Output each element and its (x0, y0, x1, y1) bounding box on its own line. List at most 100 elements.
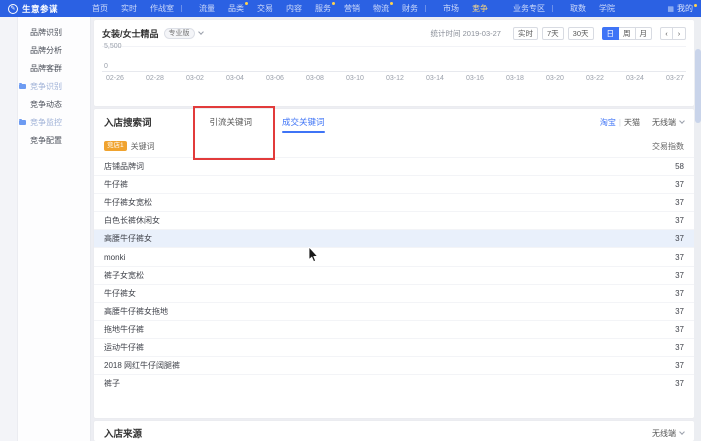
nav-item[interactable]: 品类 (228, 0, 244, 17)
nav-item[interactable]: 业务专区 (513, 0, 557, 17)
value-cell: 37 (675, 343, 684, 352)
sidebar: 品牌识别 品牌分析 品牌客群 竞争识别 竞争动态 竞争监控 竞争配置 (18, 17, 91, 441)
table-row[interactable]: 高腰牛仔裤女拖地 37 (94, 302, 694, 320)
nav-user-menu[interactable]: ▦ 我的 (667, 3, 693, 14)
keyword-cell: 店铺品牌词 (104, 161, 144, 172)
value-cell: 37 (675, 379, 684, 388)
sidebar-item[interactable]: 品牌分析 (18, 42, 90, 60)
x-axis-tick-label: 03-08 (306, 75, 324, 82)
value-cell: 37 (675, 234, 684, 243)
store-search-words-card: 入店搜索词 引流关键词成交关键词 淘宝 | 天猫 无线端 竞店1 关键词 交易指… (94, 109, 694, 418)
nav-item[interactable]: 财务 (402, 0, 430, 17)
platform-tmall-link[interactable]: 天猫 (624, 117, 640, 128)
date-pager: ‹ › (660, 27, 686, 40)
table-row[interactable]: 2018 网红牛仔阔腿裤 37 (94, 356, 694, 374)
nav-item[interactable]: 物流 (373, 0, 389, 17)
category-title: 女装/女士精品 (102, 27, 159, 40)
next-date-button[interactable]: › (673, 27, 686, 40)
nav-user-label: 我的 (677, 3, 693, 14)
terminal-dropdown[interactable]: 无线端 (652, 117, 684, 128)
keyword-cell: 牛仔裤 (104, 179, 128, 190)
value-cell: 37 (675, 307, 684, 316)
keyword-cell: 2018 网红牛仔阔腿裤 (104, 360, 180, 371)
keyword-cell: 运动牛仔裤 (104, 342, 144, 353)
time-range-button[interactable]: 实时 (513, 27, 538, 40)
nav-item[interactable]: 学院 (599, 0, 615, 17)
table-row[interactable]: monki 37 (94, 247, 694, 265)
keyword-cell: 高腰牛仔裤女 (104, 233, 152, 244)
sources-chevron-down-icon (679, 429, 685, 435)
competitor-store-badge: 竞店1 (104, 141, 127, 151)
table-row[interactable]: 裤子女宽松 37 (94, 266, 694, 284)
nav-item[interactable]: 服务 (315, 0, 331, 17)
sidebar-item-label: 品牌客群 (30, 64, 62, 73)
sidebar-item-label: 竞争识别 (30, 82, 62, 91)
value-cell: 37 (675, 289, 684, 298)
x-axis-tick-label: 03-18 (506, 75, 524, 82)
table-row[interactable]: 拖地牛仔裤 37 (94, 320, 694, 338)
sources-terminal-dropdown[interactable]: 无线端 (652, 428, 684, 439)
y-axis-min-label: 0 (104, 63, 108, 70)
x-axis-labels: 02-2602-2803-0203-0403-0603-0803-1003-12… (94, 72, 694, 82)
value-cell: 37 (675, 253, 684, 262)
granularity-segment: 日周月 (602, 27, 653, 40)
table-row[interactable]: 牛仔裤女 37 (94, 284, 694, 302)
nav-item[interactable]: 流量 (199, 0, 215, 17)
keyword-tab[interactable]: 引流关键词 (210, 109, 253, 135)
nav-item[interactable]: 交易 (257, 0, 273, 17)
time-range-button[interactable]: 30天 (568, 27, 594, 40)
nav-item[interactable]: 取数 (570, 0, 586, 17)
category-chevron-down-icon[interactable] (198, 29, 204, 35)
keyword-cell: 牛仔裤女 (104, 288, 136, 299)
nav-item[interactable]: 实时 (121, 0, 137, 17)
table-row[interactable]: 运动牛仔裤 37 (94, 338, 694, 356)
sidebar-item[interactable]: 竞争识别 (18, 78, 90, 96)
platform-taobao-link[interactable]: 淘宝 (600, 117, 616, 128)
nav-item[interactable]: 作战室 (150, 0, 186, 17)
sidebar-item[interactable]: 品牌客群 (18, 60, 90, 78)
value-cell: 37 (675, 271, 684, 280)
sidebar-item[interactable]: 竞争监控 (18, 114, 90, 132)
x-axis-tick-label: 03-27 (666, 75, 684, 82)
table-row[interactable]: 白色长裤休闲女 37 (94, 211, 694, 229)
sources-title: 入店来源 (104, 426, 142, 440)
granularity-button[interactable]: 月 (636, 27, 653, 40)
x-axis-tick-label: 03-24 (626, 75, 644, 82)
x-axis-tick-label: 03-22 (586, 75, 604, 82)
granularity-button[interactable]: 日 (602, 27, 620, 40)
value-cell: 37 (675, 361, 684, 370)
nav-item[interactable]: 首页 (92, 0, 108, 17)
trend-chart-card: 女装/女士精品 专业版 统计时间 2019-03-27 实时7天30天 日周月 … (94, 20, 694, 106)
table-row[interactable]: 店铺品牌词 58 (94, 157, 694, 175)
page-scrollbar (694, 17, 701, 441)
sidebar-item[interactable]: 竞争动态 (18, 96, 90, 114)
table-row[interactable]: 牛仔裤 37 (94, 175, 694, 193)
table-row[interactable]: 裤子 37 (94, 374, 694, 392)
x-axis-tick-label: 02-28 (146, 75, 164, 82)
nav-item[interactable]: 内容 (286, 0, 302, 17)
app-title: 生意参谋 (22, 3, 58, 15)
chart-plot-area: 5,500 0 (102, 46, 686, 72)
sidebar-item[interactable]: 竞争配置 (18, 132, 90, 150)
x-axis-tick-label: 03-14 (426, 75, 444, 82)
nav-item[interactable]: 市场 (443, 0, 459, 17)
terminal-label: 无线端 (652, 118, 676, 127)
sidebar-item-label: 品牌分析 (30, 46, 62, 55)
folder-icon (19, 120, 26, 125)
nav-item[interactable]: 营销 (344, 0, 360, 17)
table-row[interactable]: 牛仔裤女宽松 37 (94, 193, 694, 211)
table-row[interactable]: 高腰牛仔裤女 37 (94, 229, 694, 247)
keyword-tab[interactable]: 成交关键词 (282, 109, 325, 135)
prev-date-button[interactable]: ‹ (660, 27, 673, 40)
time-range-button[interactable]: 7天 (542, 27, 564, 40)
table-column-header: 竞店1 关键词 交易指数 (94, 135, 694, 157)
keyword-cell: 拖地牛仔裤 (104, 324, 144, 335)
nav-item[interactable]: 竞争 (472, 0, 500, 17)
keyword-column-header: 关键词 (131, 141, 155, 152)
sidebar-item[interactable]: 品牌识别 (18, 24, 90, 42)
scrollbar-thumb[interactable] (695, 49, 701, 123)
app-logo[interactable]: ✎ 生意参谋 (8, 3, 92, 15)
granularity-button[interactable]: 周 (619, 27, 636, 40)
sidebar-item-label: 竞争配置 (30, 136, 62, 145)
sources-terminal-label: 无线端 (652, 429, 676, 438)
